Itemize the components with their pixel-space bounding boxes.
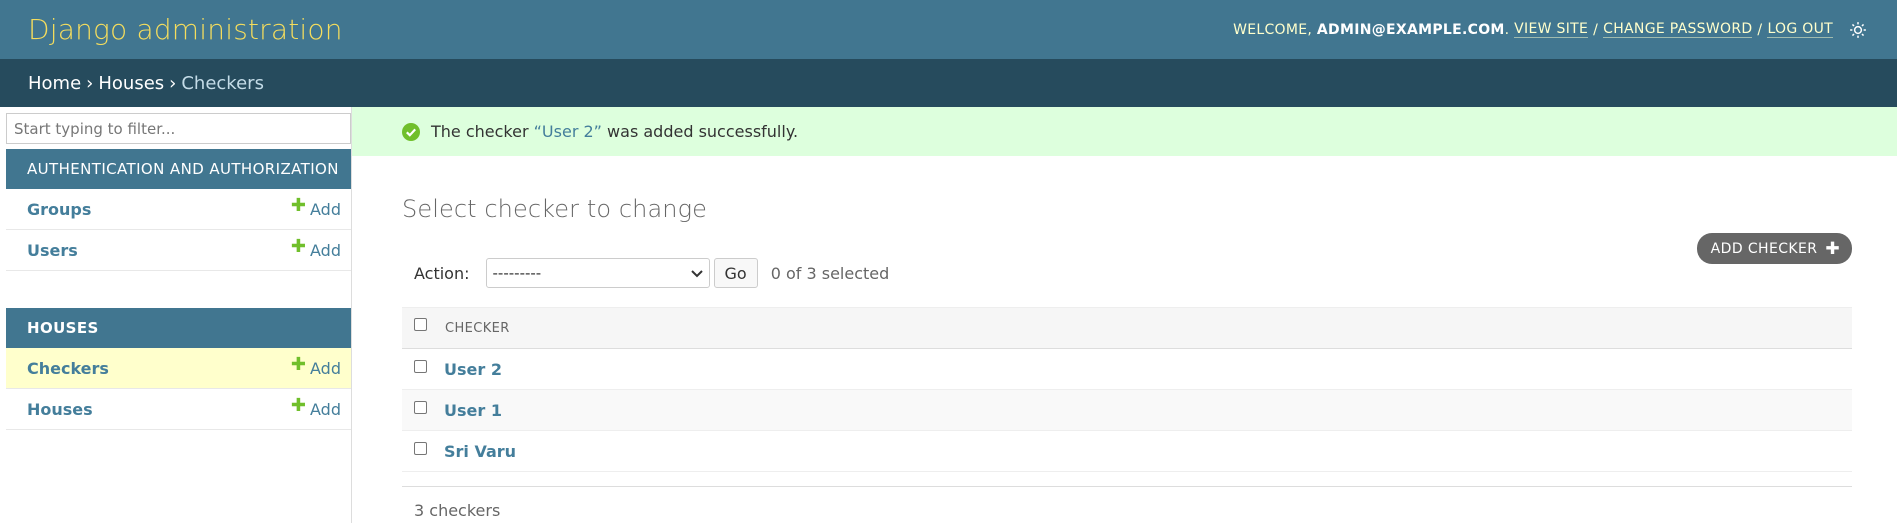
- breadcrumb-separator: ›: [169, 72, 177, 94]
- site-brand[interactable]: Django administration: [28, 13, 343, 46]
- module-caption-auth[interactable]: AUTHENTICATION AND AUTHORIZATION: [6, 149, 351, 189]
- select-all-checkbox[interactable]: [414, 317, 427, 331]
- row-checkbox[interactable]: [414, 441, 427, 455]
- action-label: Action:: [414, 263, 470, 283]
- success-message: The checker “User 2” was added successfu…: [352, 107, 1897, 156]
- message-suffix: was added successfully.: [607, 122, 799, 141]
- go-button[interactable]: Go: [713, 258, 758, 288]
- plus-icon: ✚: [290, 354, 307, 375]
- sidebar: AUTHENTICATION AND AUTHORIZATION Groups …: [0, 107, 352, 523]
- results-table: CHECKER User 2 User 1 Sri Varu: [402, 307, 1852, 472]
- welcome-text: WELCOME,: [1233, 21, 1313, 38]
- separator: /: [1757, 21, 1763, 38]
- check-circle-icon: [402, 122, 420, 141]
- row-link[interactable]: User 1: [444, 401, 502, 420]
- breadcrumb-houses[interactable]: Houses: [98, 73, 164, 94]
- message-link[interactable]: “User 2”: [534, 122, 602, 141]
- content: The checker “User 2” was added successfu…: [352, 107, 1897, 523]
- sidebar-item-checkers: Checkers ✚ Add: [6, 348, 351, 389]
- plus-icon: ✚: [290, 395, 307, 416]
- message-prefix: The checker: [431, 122, 529, 141]
- breadcrumb: Home › Houses › Checkers: [0, 59, 1897, 107]
- sidebar-item-groups: Groups ✚ Add: [6, 189, 351, 230]
- sidebar-item-users: Users ✚ Add: [6, 230, 351, 271]
- sidebar-link-users[interactable]: Users: [27, 241, 78, 260]
- sidebar-link-groups[interactable]: Groups: [27, 200, 91, 219]
- module-caption-houses[interactable]: HOUSES: [6, 308, 351, 348]
- module-houses: HOUSES Checkers ✚ Add Houses ✚ Add: [6, 308, 351, 430]
- separator: /: [1593, 21, 1599, 38]
- actions-bar: Action: --------- Go 0 of 3 selected: [402, 252, 1852, 294]
- view-site-link[interactable]: VIEW SITE: [1514, 21, 1589, 38]
- selected-count: 0 of 3 selected: [770, 263, 890, 283]
- row-checkbox[interactable]: [414, 359, 427, 373]
- module-auth: AUTHENTICATION AND AUTHORIZATION Groups …: [6, 149, 351, 271]
- breadcrumb-home[interactable]: Home: [28, 73, 81, 94]
- row-checkbox[interactable]: [414, 400, 427, 414]
- page-title: Select checker to change: [402, 195, 707, 223]
- add-checkers-link[interactable]: ✚ Add: [290, 354, 341, 378]
- change-password-link[interactable]: CHANGE PASSWORD: [1603, 21, 1753, 38]
- sidebar-item-houses: Houses ✚ Add: [6, 389, 351, 430]
- add-checker-label: ADD CHECKER: [1710, 240, 1818, 257]
- plus-icon: ✚: [1825, 238, 1840, 259]
- table-row: User 2: [402, 348, 1852, 390]
- row-link[interactable]: User 2: [444, 360, 502, 379]
- table-row: User 1: [402, 389, 1852, 431]
- username: ADMIN@EXAMPLE.COM: [1316, 21, 1505, 38]
- sidebar-link-checkers[interactable]: Checkers: [27, 359, 109, 378]
- add-checker-button[interactable]: ADD CHECKER ✚: [1696, 233, 1852, 264]
- plus-icon: ✚: [290, 195, 307, 216]
- breadcrumb-current: Checkers: [181, 72, 264, 94]
- action-select-value: ---------: [492, 264, 542, 282]
- sun-icon[interactable]: [1847, 19, 1869, 41]
- action-select[interactable]: ---------: [485, 258, 710, 288]
- column-header-checker[interactable]: CHECKER: [444, 307, 1852, 349]
- add-users-link[interactable]: ✚ Add: [290, 236, 341, 260]
- sidebar-filter-input[interactable]: [6, 113, 351, 144]
- sidebar-link-houses[interactable]: Houses: [27, 400, 93, 419]
- site-header: Django administration WELCOME, ADMIN@EXA…: [0, 0, 1897, 59]
- chevron-down-icon: [690, 264, 703, 282]
- log-out-link[interactable]: LOG OUT: [1767, 21, 1833, 38]
- user-tools: WELCOME, ADMIN@EXAMPLE.COM. VIEW SITE / …: [1233, 19, 1869, 41]
- add-groups-link[interactable]: ✚ Add: [290, 195, 341, 219]
- add-houses-link[interactable]: ✚ Add: [290, 395, 341, 419]
- table-row: Sri Varu: [402, 430, 1852, 472]
- paginator: 3 checkers: [402, 486, 1852, 520]
- plus-icon: ✚: [290, 236, 307, 257]
- breadcrumb-separator: ›: [86, 72, 94, 94]
- row-link[interactable]: Sri Varu: [444, 442, 516, 461]
